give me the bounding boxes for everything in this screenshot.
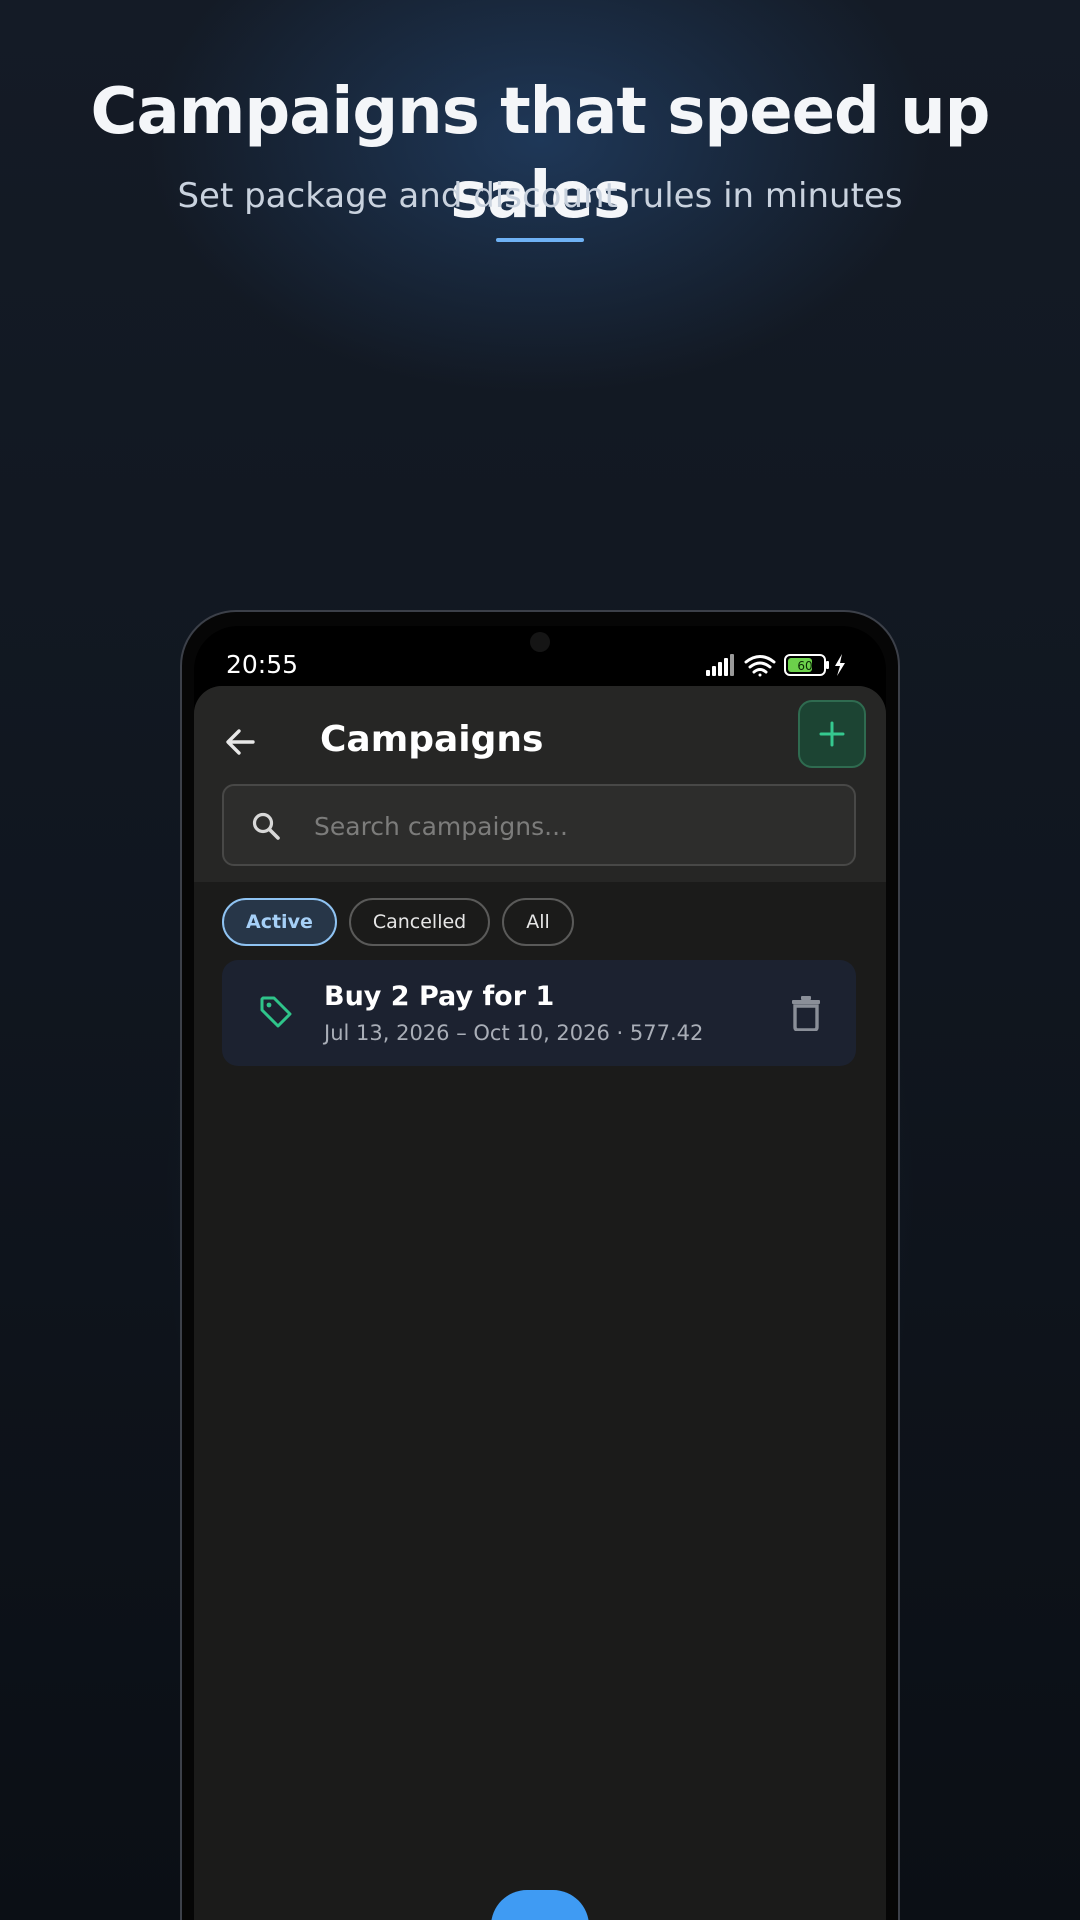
campaigns-screen: Campaigns Active Cancelled All [194,686,886,1920]
search-icon [252,812,280,840]
campaign-name: Buy 2 Pay for 1 [324,981,555,1012]
back-button[interactable] [212,714,268,770]
plus-icon [819,721,845,747]
add-campaign-button[interactable] [798,700,866,768]
hero-underline [496,238,584,242]
battery-level: 60 [797,659,812,673]
camera-cutout [530,632,550,652]
status-icons: 60 [706,654,845,677]
filter-chip-cancelled[interactable]: Cancelled [348,898,491,946]
search-input[interactable] [312,786,836,866]
top-app-bar: Campaigns [194,686,886,882]
tag-icon [260,996,292,1028]
status-time: 20:55 [226,650,299,679]
hero-subtitle: Set package and discount rules in minute… [177,176,903,216]
campaign-meta: Jul 13, 2026 – Oct 10, 2026 · 577.42 [324,1021,704,1045]
charging-icon [835,654,845,676]
filter-chip-all[interactable]: All [502,898,574,946]
filter-chip-active[interactable]: Active [222,898,337,946]
filter-chips: Active Cancelled All [222,898,574,948]
search-field[interactable] [222,784,856,866]
arrow-left-icon [226,729,255,755]
campaign-list-item[interactable]: Buy 2 Pay for 1 Jul 13, 2026 – Oct 10, 2… [222,960,856,1066]
page-title: Campaigns [320,719,544,760]
delete-campaign-button[interactable] [782,988,830,1038]
page: Campaigns that speed up sales Set packag… [0,0,1080,1920]
wifi-icon [744,655,776,677]
trash-icon [792,996,820,1031]
battery-icon: 60 [784,654,829,676]
signal-icon [706,654,734,676]
